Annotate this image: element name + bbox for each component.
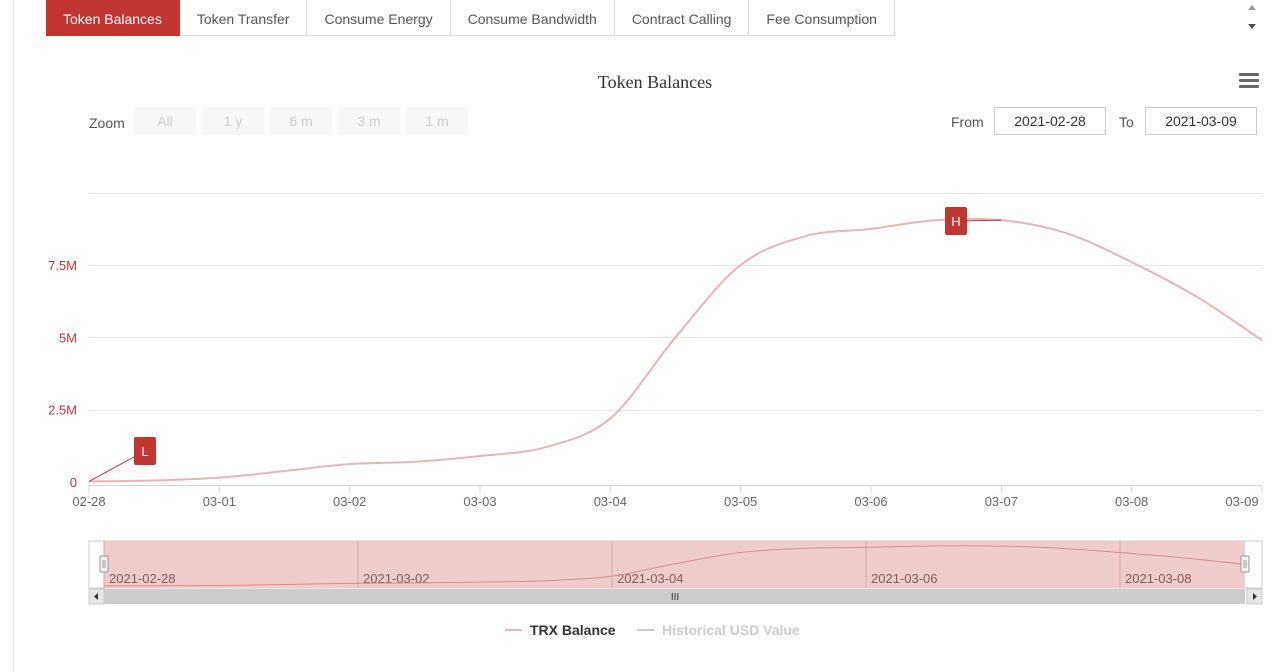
y-tick-label: 0: [70, 475, 77, 490]
x-tick-label: 03-02: [333, 494, 366, 509]
legend-item-trx-balance[interactable]: TRX Balance: [505, 622, 616, 638]
scrollbar-grip: III: [671, 592, 679, 603]
navigator-date-label: 2021-03-08: [1125, 571, 1192, 586]
legend-label-trx-balance: TRX Balance: [530, 622, 616, 638]
x-tick-label: 03-08: [1115, 494, 1148, 509]
legend-symbol-trx-balance: [505, 629, 522, 632]
x-tick-label: 03-03: [463, 494, 496, 509]
y-tick-label: 2.5M: [48, 403, 77, 418]
x-tick-label: 02-28: [72, 494, 105, 509]
navigator-right-handle[interactable]: [1240, 555, 1250, 573]
token-balances-chart: 0 2.5M 5M 7.5M 02-28 03-01 03-02 03-03 03-04 03-…: [48, 193, 1263, 605]
x-tick-label: 03-04: [594, 494, 627, 509]
x-tick-label: 03-06: [854, 494, 887, 509]
x-tick-label: 03-09: [1225, 494, 1258, 509]
x-tick-label: 03-01: [203, 494, 236, 509]
y-tick-label: 5M: [59, 330, 77, 345]
y-tick-label: 7.5M: [48, 258, 77, 273]
x-tick-label: 03-07: [985, 494, 1018, 509]
legend-label-historical-usd: Historical USD Value: [662, 622, 800, 638]
legend-symbol-historical-usd: [637, 629, 654, 632]
navigator-date-label: 2021-03-02: [363, 571, 430, 586]
trx-balance-line: [88, 217, 1263, 483]
legend-item-historical-usd[interactable]: Historical USD Value: [637, 622, 800, 638]
navigator-date-label: 2021-02-28: [109, 571, 176, 586]
flag-l-label: L: [141, 444, 148, 459]
navigator-left-handle[interactable]: [99, 555, 109, 573]
navigator-date-label: 2021-03-06: [871, 571, 938, 586]
flag-h-label: H: [951, 214, 960, 229]
x-tick-label: 03-05: [724, 494, 757, 509]
